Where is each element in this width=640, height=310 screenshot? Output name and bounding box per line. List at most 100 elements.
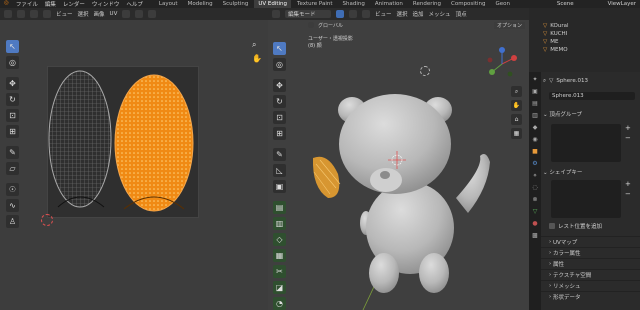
view-layer-props-icon[interactable]: ▥ bbox=[532, 112, 538, 119]
add-shape-key-button[interactable]: + bbox=[625, 180, 631, 188]
remove-vertex-group-button[interactable]: − bbox=[625, 134, 631, 142]
remove-shape-key-button[interactable]: − bbox=[625, 190, 631, 198]
move-tool[interactable]: ✥ bbox=[6, 77, 19, 90]
outliner-item-kuchi[interactable]: KUCHI bbox=[550, 31, 567, 37]
vp-select-tool[interactable]: ↖ bbox=[273, 42, 286, 55]
constraint-props-icon[interactable]: ⊗ bbox=[532, 196, 537, 203]
outliner-item-me[interactable]: ME bbox=[550, 39, 558, 45]
outliner-item-koural[interactable]: KOural bbox=[550, 23, 568, 29]
menu-help[interactable]: ヘルプ bbox=[126, 0, 143, 8]
transform-tool[interactable]: ⊞ bbox=[6, 125, 19, 138]
editor-type-icon[interactable] bbox=[4, 10, 12, 18]
tab-geometry[interactable]: Geon bbox=[491, 0, 514, 8]
outliner-row[interactable]: ▽ KUCHI bbox=[529, 30, 640, 38]
world-props-icon[interactable]: ◉ bbox=[532, 136, 537, 143]
vp-add-cube-tool[interactable]: ▣ bbox=[273, 180, 286, 193]
tab-compositing[interactable]: Compositing bbox=[447, 0, 489, 8]
vp-zoom-icon[interactable]: ⌕ bbox=[511, 86, 522, 97]
edge-select-icon[interactable] bbox=[43, 10, 51, 18]
tab-texture-paint[interactable]: Texture Paint bbox=[293, 0, 337, 8]
menu-edit[interactable]: 編集 bbox=[45, 0, 56, 8]
vp-measure-tool[interactable]: ◺ bbox=[273, 164, 286, 177]
tab-sculpting[interactable]: Sculpting bbox=[219, 0, 253, 8]
vp-rotate-tool[interactable]: ↻ bbox=[273, 95, 286, 108]
section-color-attributes[interactable]: › カラー属性 bbox=[541, 247, 640, 258]
vp-inset-tool[interactable]: ▥ bbox=[273, 217, 286, 230]
modifier-props-icon[interactable]: ⚙ bbox=[532, 160, 537, 167]
tab-animation[interactable]: Animation bbox=[371, 0, 407, 8]
vp-menu-add[interactable]: 追加 bbox=[413, 10, 424, 18]
uv-menu-select[interactable]: 選択 bbox=[78, 10, 89, 18]
tab-modeling[interactable]: Modeling bbox=[184, 0, 217, 8]
uv-sync-icon[interactable] bbox=[17, 10, 25, 18]
vertex-mode-icon[interactable] bbox=[336, 10, 344, 18]
shape-keys-list[interactable] bbox=[551, 180, 621, 218]
search-icon[interactable]: ⌕ bbox=[543, 78, 546, 85]
section-texture-space[interactable]: › テクスチャ空間 bbox=[541, 269, 640, 280]
menu-render[interactable]: レンダー bbox=[63, 0, 85, 8]
face-mode-icon[interactable] bbox=[362, 10, 370, 18]
render-props-icon[interactable]: ▣ bbox=[532, 88, 538, 95]
blender-logo-icon[interactable]: ◎ bbox=[4, 0, 9, 8]
data-name-field[interactable]: Sphere.013 bbox=[549, 92, 635, 100]
outliner-row[interactable]: ▽ ME bbox=[529, 38, 640, 46]
uv-menu-uv[interactable]: UV bbox=[110, 11, 118, 17]
mode-dropdown[interactable]: 編集モード bbox=[285, 10, 331, 18]
annotate-tool[interactable]: ✎ bbox=[6, 146, 19, 159]
edge-mode-icon[interactable] bbox=[349, 10, 357, 18]
object-props-icon[interactable]: ■ bbox=[532, 148, 538, 155]
vp-knife-tool[interactable]: ✂ bbox=[273, 265, 286, 278]
vp-annotate-tool[interactable]: ✎ bbox=[273, 148, 286, 161]
vp-menu-vertex[interactable]: 頂点 bbox=[456, 10, 467, 18]
physics-props-icon[interactable]: ◌ bbox=[532, 184, 537, 191]
section-attributes[interactable]: › 属性 bbox=[541, 258, 640, 269]
shape-keys-header[interactable]: ⌄ シェイプキー bbox=[543, 168, 582, 176]
proportional-icon[interactable] bbox=[148, 10, 157, 18]
section-geometry-data[interactable]: › 形状データ bbox=[541, 291, 640, 302]
vertex-groups-list[interactable] bbox=[551, 124, 621, 162]
scene-name[interactable]: Scene bbox=[557, 1, 574, 7]
view-layer-name[interactable]: ViewLayer bbox=[608, 1, 636, 7]
tab-uv-editing[interactable]: UV Editing bbox=[254, 0, 292, 8]
vp-menu-select[interactable]: 選択 bbox=[397, 10, 408, 18]
global-dropdown[interactable]: グローバル bbox=[318, 22, 343, 29]
pivot-icon[interactable] bbox=[122, 10, 131, 18]
outliner-item-memo[interactable]: MEMO bbox=[550, 47, 567, 53]
material-props-icon[interactable]: ● bbox=[532, 220, 537, 227]
cursor-tool[interactable]: ◎ bbox=[6, 56, 19, 69]
vp-scale-tool[interactable]: ⊡ bbox=[273, 111, 286, 124]
vp-cursor-tool[interactable]: ◎ bbox=[273, 58, 286, 71]
relative-checkbox[interactable] bbox=[549, 223, 555, 229]
zoom-icon[interactable]: ⌕ bbox=[252, 40, 256, 50]
vp-extrude-tool[interactable]: ▤ bbox=[273, 201, 286, 214]
vp-menu-view[interactable]: ビュー bbox=[375, 10, 392, 18]
menu-file[interactable]: ファイル bbox=[16, 0, 38, 8]
vp-camera-icon[interactable]: ⌂ bbox=[511, 114, 522, 125]
vertex-select-icon[interactable] bbox=[30, 10, 38, 18]
grab-tool[interactable]: ☉ bbox=[6, 183, 19, 196]
vp-loopcut-tool[interactable]: ▦ bbox=[273, 249, 286, 262]
viewport-editor-icon[interactable] bbox=[272, 10, 280, 18]
vp-polybuild-tool[interactable]: ◪ bbox=[273, 281, 286, 294]
vertex-groups-header[interactable]: ⌄ 頂点グループ bbox=[543, 110, 582, 118]
uv-menu-image[interactable]: 画像 bbox=[94, 10, 105, 18]
pinch-tool[interactable]: ♙ bbox=[6, 215, 19, 228]
uv-grid-area[interactable] bbox=[47, 66, 199, 218]
pan-hand-icon[interactable]: ✋ bbox=[252, 54, 262, 63]
options-dropdown[interactable]: オプション bbox=[493, 21, 525, 29]
uv-menu-view[interactable]: ビュー bbox=[56, 10, 73, 18]
scale-tool[interactable]: ⊡ bbox=[6, 109, 19, 122]
scene-props-icon[interactable]: ◆ bbox=[533, 124, 538, 131]
section-uv-maps[interactable]: › UVマップ bbox=[541, 236, 640, 247]
tab-shading[interactable]: Shading bbox=[339, 0, 369, 8]
vp-move-tool[interactable]: ✥ bbox=[273, 79, 286, 92]
vp-transform-tool[interactable]: ⊞ bbox=[273, 127, 286, 140]
outliner-row[interactable]: ▽ KOural bbox=[529, 22, 640, 30]
particles-props-icon[interactable]: ⋄ bbox=[533, 172, 537, 179]
snap-icon[interactable] bbox=[135, 10, 144, 18]
vp-spin-tool[interactable]: ◔ bbox=[273, 297, 286, 310]
navigation-gizmo[interactable] bbox=[484, 46, 520, 82]
relative-checkbox-row[interactable]: レスト位置を追加 bbox=[549, 222, 602, 230]
outliner-row[interactable]: ▽ MEMO bbox=[529, 46, 640, 54]
output-props-icon[interactable]: ▤ bbox=[532, 100, 538, 107]
